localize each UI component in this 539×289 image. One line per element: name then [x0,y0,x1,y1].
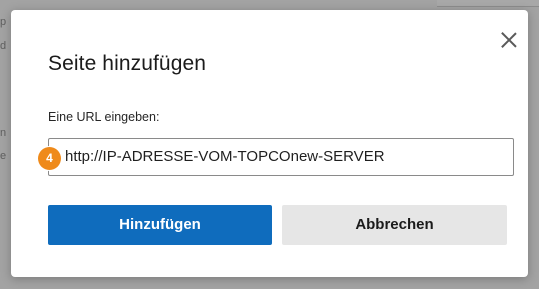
add-page-dialog: Seite hinzufügen Eine URL eingeben: http… [11,10,528,277]
background-text-fragment: d [0,40,7,52]
dialog-title: Seite hinzufügen [48,52,207,75]
url-field-label: Eine URL eingeben: [48,110,160,124]
background-text-fragment: p [0,16,7,28]
cancel-button[interactable]: Abbrechen [282,205,507,245]
background-text-fragment: e [0,150,7,162]
close-icon[interactable] [498,29,520,51]
url-input-value: http://IP-ADRESSE-VOM-TOPCOnew-SERVER [65,148,385,165]
url-input[interactable]: http://IP-ADRESSE-VOM-TOPCOnew-SERVER [48,138,514,176]
add-button[interactable]: Hinzufügen [48,205,272,245]
step-number-badge: 4 [38,147,61,170]
background-toolbar-edge [437,0,539,7]
background-text-fragment: n [0,127,7,139]
